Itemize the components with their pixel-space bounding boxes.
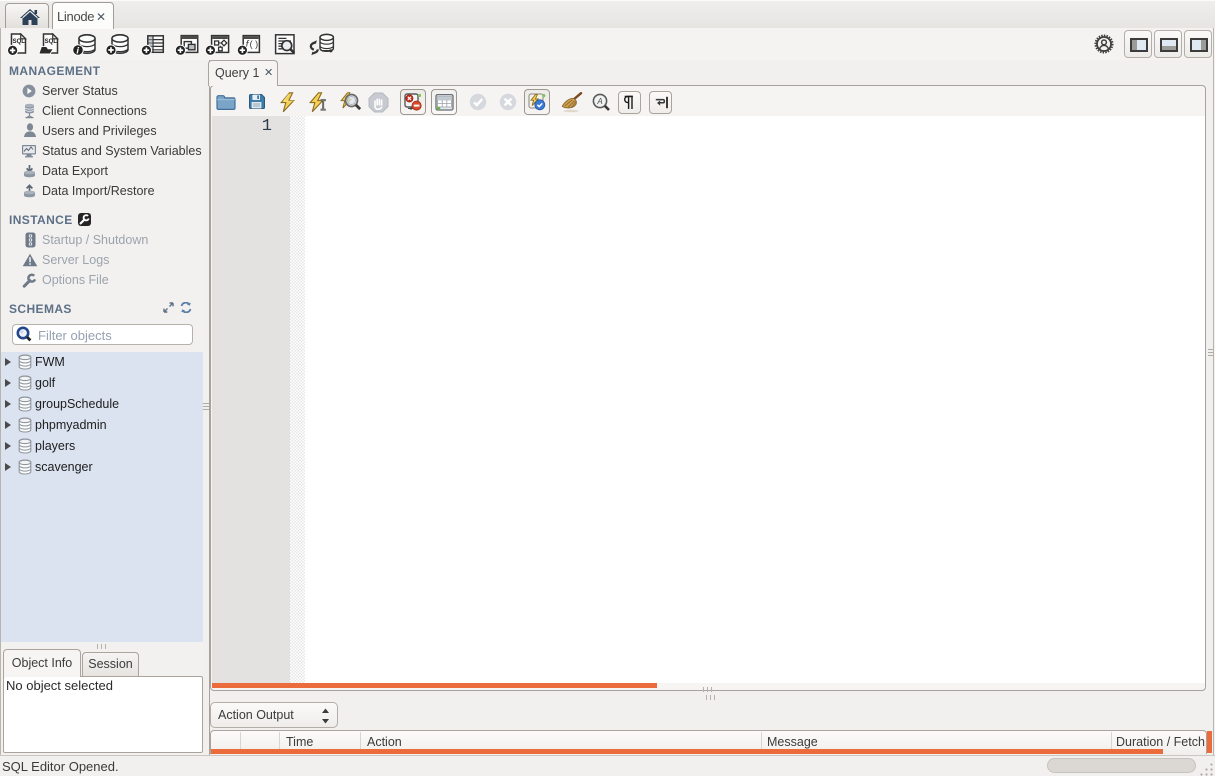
svg-text:SQL: SQL [13,39,26,45]
svg-text:A: A [596,97,602,106]
svg-text:( ): ( ) [250,39,259,49]
svg-text:i: i [76,46,79,57]
svg-text:SQL: SQL [45,39,58,45]
